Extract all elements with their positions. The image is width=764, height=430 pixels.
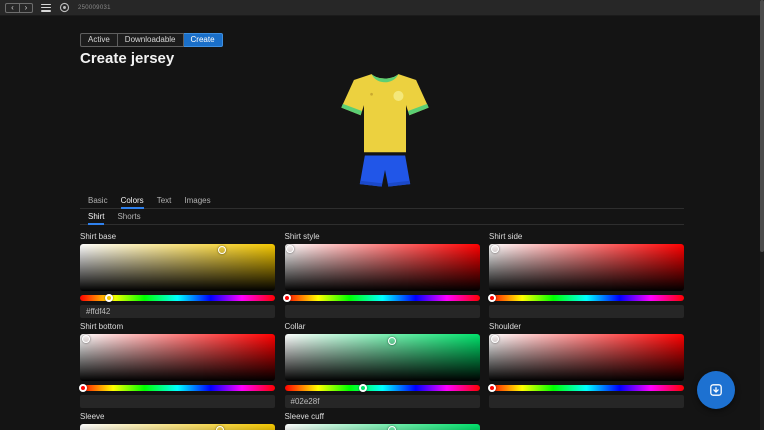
- part-tabs: Shirt Shorts: [80, 212, 684, 225]
- menu-icon[interactable]: [41, 4, 51, 12]
- editor-tabs: Basic Colors Text Images: [80, 196, 684, 209]
- tab-shorts[interactable]: Shorts: [117, 212, 140, 225]
- hue-slider[interactable]: [80, 295, 275, 301]
- color-cursor[interactable]: [388, 426, 396, 430]
- hue-slider-handle[interactable]: [283, 294, 291, 302]
- save-icon: [708, 382, 724, 398]
- picker-label: Sleeve cuff: [285, 412, 480, 421]
- color-picker-7: Sleeve cuff: [285, 412, 480, 430]
- color-cursor[interactable]: [216, 426, 224, 430]
- nav-button-group: ‹ ›: [5, 3, 33, 13]
- color-picker-4: Collar #02e28f: [285, 322, 480, 408]
- tab-basic[interactable]: Basic: [88, 196, 108, 209]
- hue-slider[interactable]: [285, 295, 480, 301]
- session-id-text: 250009031: [78, 5, 111, 11]
- color-picker-5: Shoulder: [489, 322, 684, 408]
- saturation-value-area[interactable]: [80, 244, 275, 291]
- color-cursor[interactable]: [491, 245, 499, 253]
- tab-create[interactable]: Create: [184, 33, 223, 47]
- color-picker-3: Shirt bottom: [80, 322, 275, 408]
- tab-active[interactable]: Active: [80, 33, 118, 47]
- saturation-value-area[interactable]: [80, 424, 275, 430]
- hex-input[interactable]: #02e28f: [285, 395, 480, 408]
- scrollbar-thumb[interactable]: [760, 0, 764, 252]
- hue-slider-handle[interactable]: [105, 294, 113, 302]
- picker-label: Shirt base: [80, 232, 275, 241]
- saturation-value-area[interactable]: [285, 424, 480, 430]
- picker-label: Shirt style: [285, 232, 480, 241]
- picker-label: Shoulder: [489, 322, 684, 331]
- color-cursor[interactable]: [491, 335, 499, 343]
- hue-slider[interactable]: [489, 295, 684, 301]
- saturation-value-area[interactable]: [489, 334, 684, 381]
- picker-grid: Shirt base #ffdf42 Shirt style Shirt sid…: [80, 232, 684, 430]
- settings-icon[interactable]: [59, 2, 70, 13]
- page-title: Create jersey: [80, 50, 174, 67]
- hue-slider-handle[interactable]: [359, 384, 367, 392]
- color-cursor[interactable]: [82, 335, 90, 343]
- badge: [393, 91, 403, 101]
- saturation-value-area[interactable]: [285, 244, 480, 291]
- shirt-body: [341, 74, 428, 152]
- tab-text[interactable]: Text: [157, 196, 172, 209]
- hex-input[interactable]: [489, 395, 684, 408]
- forward-button[interactable]: ›: [19, 4, 32, 12]
- scrollbar-track: [760, 0, 764, 430]
- color-picker-0: Shirt base #ffdf42: [80, 232, 275, 318]
- hex-input[interactable]: [80, 395, 275, 408]
- tab-shirt[interactable]: Shirt: [88, 212, 104, 225]
- save-button[interactable]: [697, 371, 735, 409]
- saturation-value-area[interactable]: [489, 244, 684, 291]
- hue-slider-handle[interactable]: [488, 294, 496, 302]
- hex-input[interactable]: [285, 305, 480, 318]
- color-picker-2: Shirt side: [489, 232, 684, 318]
- jersey-preview: [334, 64, 436, 190]
- picker-label: Shirt bottom: [80, 322, 275, 331]
- hue-slider-handle[interactable]: [488, 384, 496, 392]
- hex-input[interactable]: #ffdf42: [80, 305, 275, 318]
- chest-mark: [370, 93, 373, 96]
- color-picker-6: Sleeve: [80, 412, 275, 430]
- tab-images[interactable]: Images: [184, 196, 210, 209]
- hex-input[interactable]: [489, 305, 684, 318]
- color-cursor[interactable]: [286, 245, 294, 253]
- tab-colors[interactable]: Colors: [121, 196, 144, 209]
- saturation-value-area[interactable]: [80, 334, 275, 381]
- color-picker-1: Shirt style: [285, 232, 480, 318]
- hue-slider[interactable]: [80, 385, 275, 391]
- hue-slider[interactable]: [285, 385, 480, 391]
- hue-slider[interactable]: [489, 385, 684, 391]
- saturation-value-area[interactable]: [285, 334, 480, 381]
- topbar: ‹ › 250009031: [0, 0, 764, 16]
- back-button[interactable]: ‹: [6, 4, 19, 12]
- picker-label: Collar: [285, 322, 480, 331]
- picker-label: Shirt side: [489, 232, 684, 241]
- color-cursor[interactable]: [218, 246, 226, 254]
- color-cursor[interactable]: [388, 337, 396, 345]
- picker-label: Sleeve: [80, 412, 275, 421]
- tab-downloadable[interactable]: Downloadable: [118, 33, 184, 47]
- view-tabs: Active Downloadable Create: [80, 33, 223, 47]
- hue-slider-handle[interactable]: [79, 384, 87, 392]
